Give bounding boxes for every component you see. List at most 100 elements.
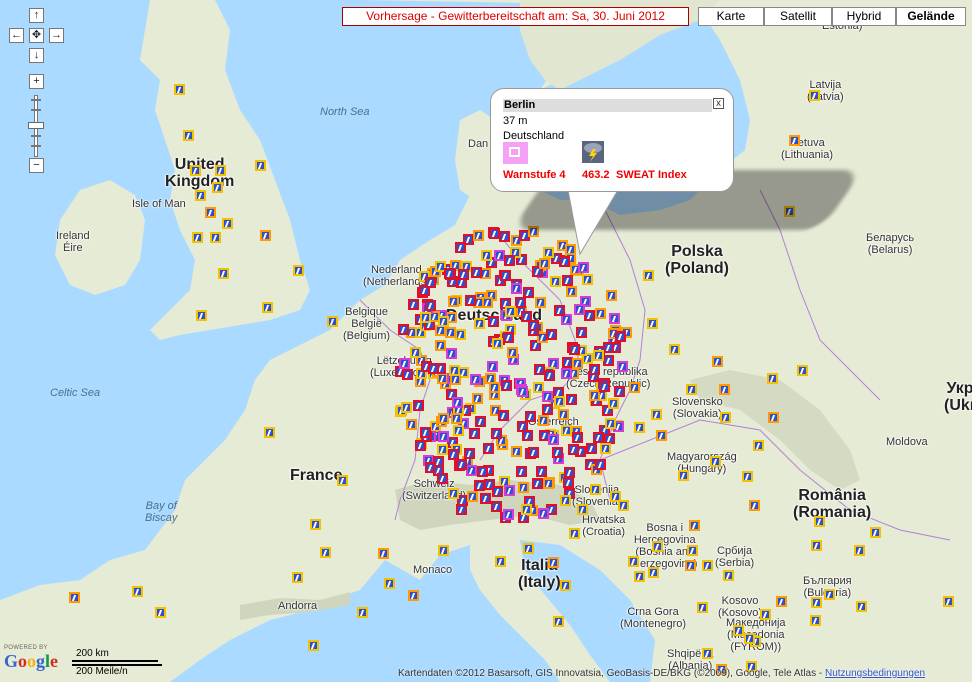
thunderstorm-warning-icon[interactable]	[558, 409, 569, 420]
thunderstorm-warning-icon[interactable]	[614, 386, 625, 397]
thunderstorm-warning-icon[interactable]	[719, 384, 730, 395]
thunderstorm-warning-icon[interactable]	[539, 258, 550, 269]
thunderstorm-warning-icon[interactable]	[503, 509, 514, 520]
thunderstorm-warning-icon[interactable]	[768, 412, 779, 423]
thunderstorm-warning-icon[interactable]	[218, 268, 229, 279]
thunderstorm-warning-icon[interactable]	[943, 596, 954, 607]
thunderstorm-warning-icon[interactable]	[196, 310, 207, 321]
map-canvas[interactable]: Estonia) Latvija (Latvia) Lietuva (Lithuan…	[0, 0, 972, 682]
thunderstorm-warning-icon[interactable]	[687, 545, 698, 556]
thunderstorm-warning-icon[interactable]	[470, 374, 481, 385]
thunderstorm-warning-icon[interactable]	[870, 527, 881, 538]
thunderstorm-warning-icon[interactable]	[532, 478, 543, 489]
thunderstorm-warning-icon[interactable]	[192, 232, 203, 243]
thunderstorm-warning-icon[interactable]	[504, 485, 515, 496]
thunderstorm-warning-icon[interactable]	[406, 419, 417, 430]
thunderstorm-warning-icon[interactable]	[428, 363, 439, 374]
thunderstorm-warning-icon[interactable]	[293, 265, 304, 276]
thunderstorm-warning-icon[interactable]	[563, 477, 574, 488]
thunderstorm-warning-icon[interactable]	[634, 422, 645, 433]
pan-up-button[interactable]: ↑	[29, 8, 44, 23]
thunderstorm-warning-icon[interactable]	[501, 380, 512, 391]
thunderstorm-warning-icon[interactable]	[264, 427, 275, 438]
thunderstorm-warning-icon[interactable]	[445, 327, 456, 338]
thunderstorm-warning-icon[interactable]	[723, 570, 734, 581]
thunderstorm-warning-icon[interactable]	[560, 580, 571, 591]
thunderstorm-warning-icon[interactable]	[578, 262, 589, 273]
thunderstorm-warning-icon[interactable]	[584, 310, 595, 321]
thunderstorm-warning-icon[interactable]	[487, 361, 498, 372]
thunderstorm-warning-icon[interactable]	[528, 447, 539, 458]
thunderstorm-warning-icon[interactable]	[600, 443, 611, 454]
thunderstorm-warning-icon[interactable]	[648, 567, 659, 578]
thunderstorm-warning-icon[interactable]	[824, 589, 835, 600]
thunderstorm-warning-icon[interactable]	[586, 443, 597, 454]
thunderstorm-warning-icon[interactable]	[401, 402, 412, 413]
thunderstorm-warning-icon[interactable]	[542, 404, 553, 415]
thunderstorm-warning-icon[interactable]	[720, 412, 731, 423]
thunderstorm-warning-icon[interactable]	[536, 466, 547, 477]
thunderstorm-warning-icon[interactable]	[550, 276, 561, 287]
thunderstorm-warning-icon[interactable]	[491, 501, 502, 512]
thunderstorm-warning-icon[interactable]	[572, 432, 583, 443]
thunderstorm-warning-icon[interactable]	[511, 283, 522, 294]
thunderstorm-warning-icon[interactable]	[69, 592, 80, 603]
thunderstorm-warning-icon[interactable]	[595, 308, 606, 319]
thunderstorm-warning-icon[interactable]	[603, 342, 614, 353]
thunderstorm-warning-icon[interactable]	[492, 486, 503, 497]
thunderstorm-warning-icon[interactable]	[669, 344, 680, 355]
thunderstorm-warning-icon[interactable]	[357, 607, 368, 618]
thunderstorm-warning-icon[interactable]	[402, 369, 413, 380]
thunderstorm-warning-icon[interactable]	[811, 540, 822, 551]
thunderstorm-warning-icon[interactable]	[577, 504, 588, 515]
thunderstorm-warning-icon[interactable]	[308, 640, 319, 651]
thunderstorm-warning-icon[interactable]	[789, 135, 800, 146]
thunderstorm-warning-icon[interactable]	[797, 365, 808, 376]
thunderstorm-warning-icon[interactable]	[222, 218, 233, 229]
thunderstorm-warning-icon[interactable]	[420, 427, 431, 438]
thunderstorm-warning-icon[interactable]	[742, 471, 753, 482]
thunderstorm-warning-icon[interactable]	[854, 545, 865, 556]
thunderstorm-warning-icon[interactable]	[475, 416, 486, 427]
thunderstorm-warning-icon[interactable]	[562, 275, 573, 286]
google-logo[interactable]: POWERED BY Google	[4, 645, 68, 677]
thunderstorm-warning-icon[interactable]	[183, 130, 194, 141]
thunderstorm-warning-icon[interactable]	[628, 556, 639, 567]
thunderstorm-warning-icon[interactable]	[517, 386, 528, 397]
thunderstorm-warning-icon[interactable]	[634, 571, 645, 582]
thunderstorm-warning-icon[interactable]	[523, 543, 534, 554]
thunderstorm-warning-icon[interactable]	[544, 370, 555, 381]
terms-link[interactable]: Nutzungsbedingungen	[825, 668, 925, 679]
thunderstorm-warning-icon[interactable]	[651, 409, 662, 420]
thunderstorm-warning-icon[interactable]	[212, 182, 223, 193]
maptype-map-button[interactable]: Karte	[698, 7, 764, 26]
zoom-slider-thumb[interactable]	[28, 122, 44, 129]
thunderstorm-warning-icon[interactable]	[689, 520, 700, 531]
thunderstorm-warning-icon[interactable]	[589, 364, 600, 375]
thunderstorm-warning-icon[interactable]	[609, 313, 620, 324]
thunderstorm-warning-icon[interactable]	[456, 504, 467, 515]
thunderstorm-warning-icon[interactable]	[560, 495, 571, 506]
thunderstorm-warning-icon[interactable]	[498, 410, 509, 421]
thunderstorm-warning-icon[interactable]	[503, 332, 514, 343]
thunderstorm-warning-icon[interactable]	[437, 473, 448, 484]
thunderstorm-warning-icon[interactable]	[410, 347, 421, 358]
thunderstorm-warning-icon[interactable]	[488, 316, 499, 327]
thunderstorm-warning-icon[interactable]	[814, 516, 825, 527]
thunderstorm-warning-icon[interactable]	[543, 478, 554, 489]
thunderstorm-warning-icon[interactable]	[566, 286, 577, 297]
thunderstorm-warning-icon[interactable]	[542, 391, 553, 402]
thunderstorm-warning-icon[interactable]	[408, 299, 419, 310]
thunderstorm-warning-icon[interactable]	[552, 447, 563, 458]
thunderstorm-warning-icon[interactable]	[452, 397, 463, 408]
thunderstorm-warning-icon[interactable]	[473, 230, 484, 241]
thunderstorm-warning-icon[interactable]	[456, 459, 467, 470]
thunderstorm-warning-icon[interactable]	[455, 329, 466, 340]
thunderstorm-warning-icon[interactable]	[605, 418, 616, 429]
thunderstorm-warning-icon[interactable]	[504, 255, 515, 266]
thunderstorm-warning-icon[interactable]	[449, 365, 460, 376]
thunderstorm-warning-icon[interactable]	[517, 421, 528, 432]
thunderstorm-warning-icon[interactable]	[593, 432, 604, 443]
thunderstorm-warning-icon[interactable]	[489, 382, 500, 393]
thunderstorm-warning-icon[interactable]	[210, 232, 221, 243]
